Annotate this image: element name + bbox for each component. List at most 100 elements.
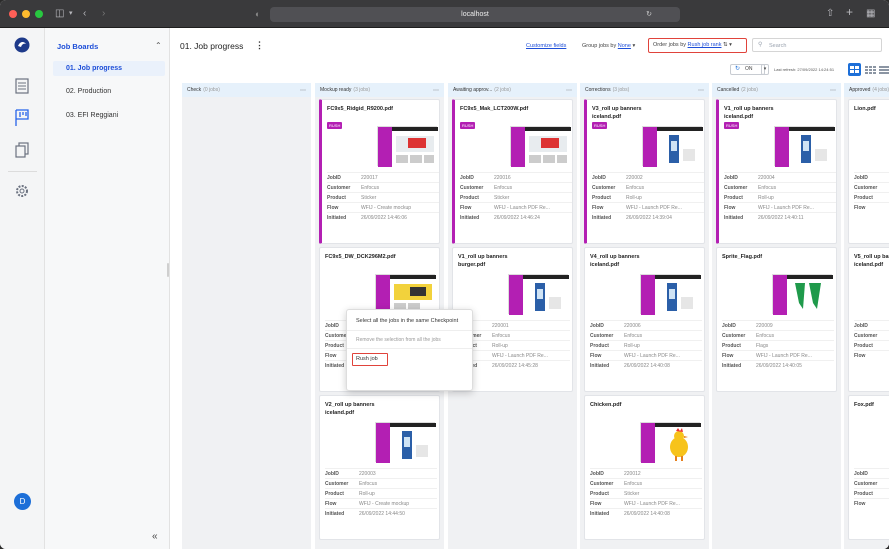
menu-item-select-all-in-checkpoint[interactable]: Select all the jobs in the same Checkpoi… [356, 318, 458, 324]
meta-row-initiated: Initiated 26/09/2022 14:40:08 [590, 508, 702, 518]
meta-label: Initiated [460, 215, 480, 221]
job-card-title: FC9x5_DW_DCK296M2.pdf [325, 254, 396, 260]
meta-label: JobID [854, 471, 868, 477]
job-board-icon[interactable] [12, 108, 32, 128]
job-card[interactable]: V4_roll up banners iceland.pdf JobID 22000… [584, 247, 705, 392]
column-job-count: (2 jobs) [494, 87, 511, 93]
job-card[interactable]: Lion.pdf JobID Customer Product Flow [848, 99, 889, 244]
order-jobs-control[interactable]: Order jobs by Rush job rank ⇅ ▾ [648, 38, 747, 53]
new-tab-icon[interactable]: + [846, 5, 853, 19]
column-header[interactable]: Awaiting approv... (2 jobs) ⋯ [448, 83, 577, 97]
sidebar-resize-handle[interactable] [167, 263, 169, 277]
sidebar-item-job-progress[interactable]: 01. Job progress [53, 61, 165, 76]
column-name: Mockup ready [320, 87, 352, 93]
job-thumbnail [640, 274, 701, 315]
list-icon [879, 66, 889, 74]
meta-label: JobID [325, 471, 339, 477]
meta-value: Enfocus [758, 185, 777, 191]
meta-label: Customer [327, 185, 351, 191]
card-view-button[interactable] [848, 63, 861, 76]
reload-icon[interactable]: ↻ [646, 7, 652, 22]
search-input[interactable]: ⚲ Search [752, 38, 882, 52]
column-name: Approved [849, 87, 871, 93]
back-icon[interactable]: ‹ [83, 7, 86, 21]
board-column-0: Check (0 jobs) ⋯ [182, 83, 311, 549]
meta-value: WFIJ - Launch PDF Re... [492, 353, 548, 359]
column-more-icon[interactable]: ⋯ [566, 87, 572, 94]
forward-icon[interactable]: › [102, 7, 105, 21]
job-board-main: 01. Job progress ⋮ Customize fields Grou… [170, 28, 889, 549]
meta-value: Sticker [494, 195, 510, 201]
chevron-down-icon[interactable]: ▾ [69, 7, 73, 21]
menu-item-remove-selection[interactable]: Remove the selection from all the jobs [356, 337, 441, 343]
column-header[interactable]: Mockup ready (3 jobs) ⋯ [315, 83, 444, 97]
meta-label: Flow [325, 501, 337, 507]
meta-value: 26/09/2022 14:40:05 [756, 363, 802, 369]
close-window-button[interactable] [9, 10, 17, 18]
minimize-window-button[interactable] [22, 10, 30, 18]
meta-label: Flow [722, 353, 734, 359]
meta-row-product: Product Sticker [460, 192, 572, 202]
customize-fields-link[interactable]: Customize fields [526, 43, 566, 49]
compact-view-button[interactable] [864, 63, 876, 76]
column-header[interactable]: Cancelled (2 jobs) ⋯ [712, 83, 841, 97]
column-more-icon[interactable]: ⋯ [830, 87, 836, 94]
files-icon[interactable] [12, 140, 32, 160]
sidebar-item-production[interactable]: 02. Production [66, 88, 111, 95]
more-options-icon[interactable]: ⋮ [255, 40, 264, 51]
meta-value: 26/09/2022 14:46:06 [361, 215, 407, 221]
column-more-icon[interactable]: ⋯ [433, 87, 439, 94]
job-thumbnail [375, 422, 436, 463]
sidebar-item-efi-reggiani[interactable]: 03. EFI Reggiani [66, 112, 118, 119]
column-header[interactable]: Check (0 jobs) ⋯ [182, 83, 311, 97]
column-more-icon[interactable]: ⋯ [300, 87, 306, 94]
address-bar[interactable]: localhost ↻ [270, 7, 680, 22]
column-name: Awaiting approv... [453, 87, 493, 93]
job-card[interactable]: FC9x5_Ridgid_R9200.pdf RUSH JobID 220017 Cus… [319, 99, 440, 244]
share-icon[interactable]: ⇧ [826, 7, 834, 21]
column-header[interactable]: Approved(4 jobs)⋯ [844, 83, 889, 97]
meta-row-flow: FlowWFIJ - Launch PDF Re... [460, 202, 572, 212]
menu-divider [347, 348, 472, 349]
job-card[interactable]: V1_roll up banners iceland.pdf RUSH JobID 2… [716, 99, 837, 244]
job-card[interactable]: Sprite_Flag.pdf JobID 220009 Customer Enfocu… [716, 247, 837, 392]
meta-label: Flow [460, 205, 472, 211]
job-card[interactable]: V5_roll up banners iceland.pdf JobID Custo… [848, 247, 889, 392]
column-more-icon[interactable]: ⋯ [698, 87, 704, 94]
list-view-button[interactable] [878, 63, 889, 76]
document-list-icon[interactable] [12, 76, 32, 96]
user-avatar[interactable]: D [14, 493, 31, 510]
meta-row-jobid: JobID [854, 172, 889, 182]
job-card[interactable]: Fox.pdf JobID Customer Product Flow [848, 395, 889, 540]
meta-row-jobid: JobID 220002 [592, 172, 704, 182]
meta-value: 26/09/2022 14:46:24 [494, 215, 540, 221]
collapse-sidebar-icon[interactable]: « [152, 531, 158, 542]
refresh-options-dropdown[interactable]: ▾ [761, 64, 769, 75]
meta-row-jobid: JobID 220004 [724, 172, 836, 182]
auto-refresh-toggle[interactable]: ↻ ON [730, 64, 765, 75]
meta-label: Product [722, 343, 741, 349]
meta-value: Roll-up [492, 343, 508, 349]
meta-row-flow: FlowWFIJ - Launch PDF Re... [458, 350, 570, 360]
job-thumbnail [642, 126, 703, 167]
job-card[interactable]: V3_roll up banners iceland.pdf RUSH JobID 2… [584, 99, 705, 244]
app-logo-icon[interactable] [12, 35, 32, 55]
meta-value: 220002 [626, 175, 643, 181]
tab-overview-icon[interactable]: ▦ [866, 7, 875, 21]
zoom-window-button[interactable] [35, 10, 43, 18]
job-metadata: JobID 220003 Customer Enfocus Product Roll-up… [325, 468, 437, 518]
menu-item-rush-job[interactable]: Rush job [352, 353, 388, 366]
meta-label: Flow [592, 205, 604, 211]
board-column-5: Approved(4 jobs)⋯ Lion.pdf JobID Customer Pr… [844, 83, 889, 549]
chevron-up-icon[interactable]: ⌃ [155, 41, 162, 50]
sidebar-toggle-icon[interactable]: ◫ [55, 7, 64, 21]
settings-gear-icon[interactable] [12, 181, 32, 201]
job-card[interactable]: V2_roll up banners iceland.pdf JobID 22000… [319, 395, 440, 540]
group-jobs-control[interactable]: Group jobs by None ▾ [582, 43, 635, 49]
meta-value: WFIJ - Create mockup [359, 501, 410, 507]
job-card[interactable]: Chicken.pdf JobID 220012 Customer Enfocus Pro… [584, 395, 705, 540]
column-header[interactable]: Corrections (3 jobs) ⋯ [580, 83, 709, 97]
job-card[interactable]: FC9x5_Mak_LCT200W.pdf RUSH JobID 220016 Cust… [452, 99, 573, 244]
board-column-4: Cancelled (2 jobs) ⋯ V1_roll up banners ice… [712, 83, 841, 549]
sidebar-title[interactable]: Job Boards [57, 42, 98, 51]
